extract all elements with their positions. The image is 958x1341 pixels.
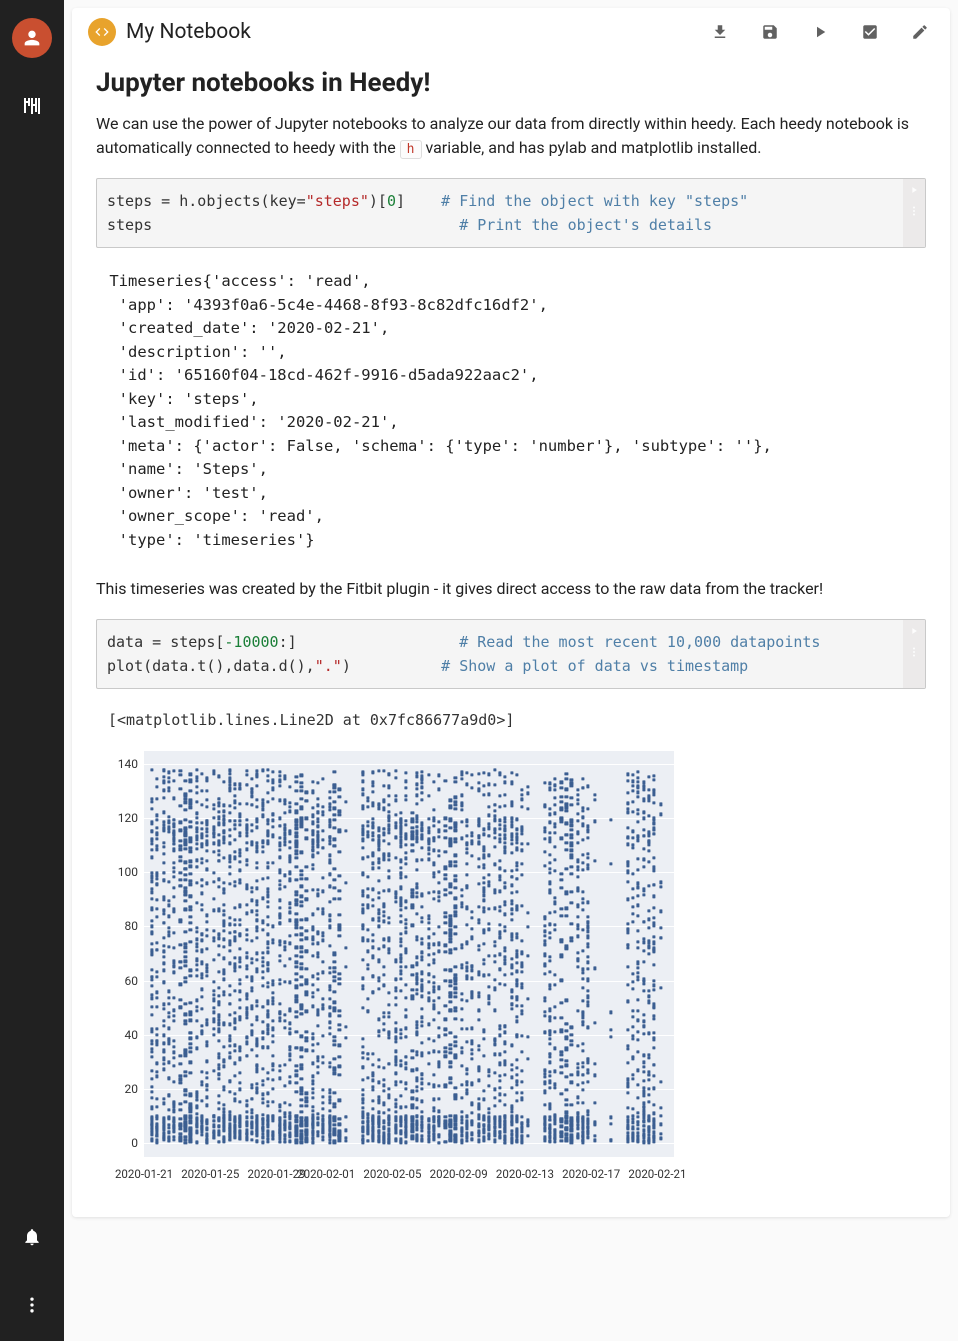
more-vert-small-icon[interactable]: [908, 205, 920, 217]
notebook-badge: [88, 18, 116, 46]
output-2: [<matplotlib.lines.Line2D at 0x7fc86677a…: [108, 711, 926, 729]
cell-gutter-2: [903, 620, 925, 688]
more-vert-icon: [22, 1295, 42, 1315]
run-button[interactable]: [810, 22, 830, 42]
edit-button[interactable]: [910, 22, 930, 42]
more-vert-small-icon[interactable]: [908, 646, 920, 658]
notebook-card: My Notebook Jupyter note: [72, 8, 950, 1217]
play-icon: [811, 23, 829, 41]
output-1: Timeseries{'access': 'read', 'app': '439…: [100, 270, 926, 553]
page-title: My Notebook: [126, 20, 710, 44]
y-tick: 40: [104, 1028, 138, 1042]
plot-area: [144, 751, 674, 1157]
y-tick: 100: [104, 865, 138, 879]
x-tick: 2020-01-25: [181, 1167, 239, 1181]
x-tick: 2020-01-21: [115, 1167, 173, 1181]
x-tick: 2020-02-13: [496, 1167, 554, 1181]
inline-code-h: h: [400, 140, 422, 159]
main-area: My Notebook Jupyter note: [64, 0, 958, 1341]
x-tick: 2020-02-21: [628, 1167, 686, 1181]
y-tick: 80: [104, 919, 138, 933]
x-tick: 2020-02-17: [562, 1167, 620, 1181]
sidebar-more[interactable]: [12, 1285, 52, 1325]
tuner-icon: [20, 94, 44, 118]
y-tick: 60: [104, 974, 138, 988]
notebook-content: Jupyter notebooks in Heedy! We can use t…: [72, 56, 950, 1217]
header-actions: [710, 22, 930, 42]
intro-paragraph: We can use the power of Jupyter notebook…: [96, 112, 926, 160]
y-tick: 140: [104, 757, 138, 771]
y-tick: 120: [104, 811, 138, 825]
intro-text-b: variable, and has pylab and matplotlib i…: [422, 138, 762, 157]
save-icon: [761, 23, 779, 41]
bell-icon: [22, 1227, 42, 1247]
play-small-icon[interactable]: [909, 185, 919, 195]
check-box-icon: [861, 23, 879, 41]
x-tick: 2020-02-09: [430, 1167, 488, 1181]
play-small-icon[interactable]: [909, 626, 919, 636]
heading: Jupyter notebooks in Heedy!: [96, 68, 926, 98]
cell-gutter-1: [903, 179, 925, 247]
sidebar-notifications[interactable]: [12, 1217, 52, 1257]
mid-paragraph: This timeseries was created by the Fitbi…: [96, 577, 926, 601]
download-button[interactable]: [710, 22, 730, 42]
download-icon: [711, 23, 729, 41]
x-tick: 2020-02-01: [297, 1167, 355, 1181]
person-icon: [21, 27, 43, 49]
chart: 0 20 40 60 80 100 120 140 2020-01-21 2020-01-25 20…: [104, 747, 684, 1187]
code-icon: [94, 24, 110, 40]
scatter-plot: 0 20 40 60 80 100 120 140 2020-01-21 2020-01-25 20…: [104, 747, 684, 1187]
y-tick: 20: [104, 1082, 138, 1096]
y-tick: 0: [104, 1136, 138, 1150]
edit-icon: [911, 23, 929, 41]
card-header: My Notebook: [72, 8, 950, 56]
code-cell-1[interactable]: steps = h.objects(key="steps")[0] # Find…: [96, 178, 926, 248]
x-tick: 2020-02-05: [363, 1167, 421, 1181]
check-button[interactable]: [860, 22, 880, 42]
sidebar: [0, 0, 64, 1341]
avatar[interactable]: [12, 18, 52, 58]
code-cell-2[interactable]: data = steps[-10000:] # Read the most re…: [96, 619, 926, 689]
sidebar-tuner[interactable]: [12, 86, 52, 126]
save-button[interactable]: [760, 22, 780, 42]
